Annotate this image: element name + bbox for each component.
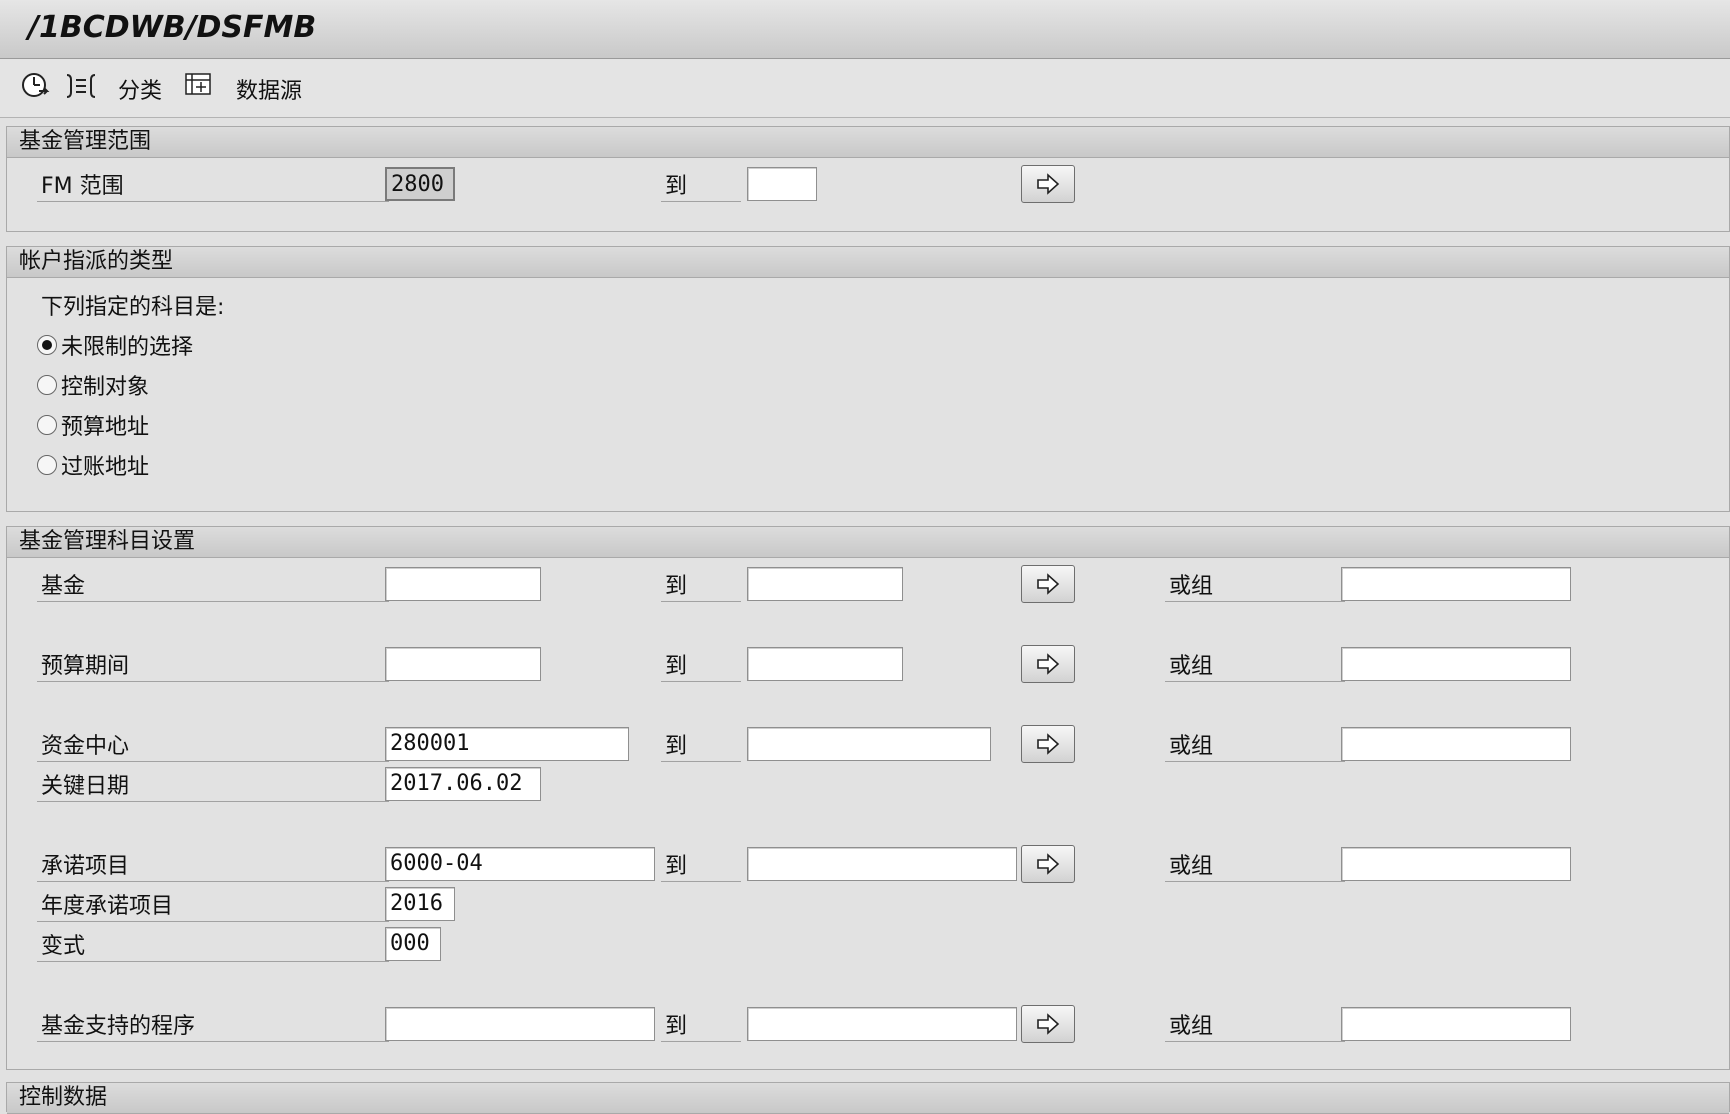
row-funds-center: 资金中心 280001 到 或组 xyxy=(7,725,1729,763)
funded-program-group-input[interactable] xyxy=(1341,1007,1571,1041)
add-table-icon[interactable] xyxy=(184,71,214,99)
commitment-item-to-input[interactable] xyxy=(747,847,1017,881)
group-fm-area-header: 基金管理范围 xyxy=(7,127,1729,158)
budget-period-from-input[interactable] xyxy=(385,647,541,681)
radio-button[interactable] xyxy=(37,375,57,395)
radio-unrestricted[interactable]: 未限制的选择 xyxy=(37,327,193,363)
funds-center-to-input[interactable] xyxy=(747,727,991,761)
account-intro-text: 下列指定的科目是: xyxy=(41,295,225,320)
group-fm-master-data: 基金管理科目设置 基金 到 或组 预算期间 到 或组 资金中心 280001 到… xyxy=(6,526,1730,1070)
title-bar: /1BCDWB/DSFMB xyxy=(0,0,1730,59)
funds-center-group-input[interactable] xyxy=(1341,727,1571,761)
group-account-assignment-header: 帐户指派的类型 xyxy=(7,247,1729,278)
commitment-item-or-group-label: 或组 xyxy=(1165,852,1345,882)
funds-center-multiple-selection-button[interactable] xyxy=(1021,725,1075,763)
group-control-data-header: 控制数据 xyxy=(7,1083,1729,1114)
fm-area-to-input[interactable] xyxy=(747,167,817,201)
group-fm-area: 基金管理范围 FM 范围 2800 到 xyxy=(6,126,1730,232)
radio-control-object[interactable]: 控制对象 xyxy=(37,367,149,403)
funded-program-label: 基金支持的程序 xyxy=(37,1012,389,1042)
budget-period-to-input[interactable] xyxy=(747,647,903,681)
commitment-item-from-input[interactable]: 6000-04 xyxy=(385,847,655,881)
fund-to-input[interactable] xyxy=(747,567,903,601)
fund-from-input[interactable] xyxy=(385,567,541,601)
arrow-right-icon xyxy=(1037,653,1060,675)
fund-group-input[interactable] xyxy=(1341,567,1571,601)
commitment-item-to-label: 到 xyxy=(661,852,741,882)
funds-center-or-group-label: 或组 xyxy=(1165,732,1345,762)
fund-or-group-label: 或组 xyxy=(1165,572,1345,602)
fiscal-year-commitment-item-input[interactable]: 2016 xyxy=(385,887,455,921)
row-key-date: 关键日期 2017.06.02 xyxy=(7,767,1729,803)
clock-execute-icon[interactable] xyxy=(20,71,52,99)
radio-posting-address[interactable]: 过账地址 xyxy=(37,447,149,483)
commitment-item-label: 承诺项目 xyxy=(37,852,389,882)
group-control-data: 控制数据 xyxy=(6,1082,1730,1114)
toolbar-data-source-button[interactable]: 数据源 xyxy=(236,73,302,105)
radio-button[interactable] xyxy=(37,455,57,475)
fm-area-to-label: 到 xyxy=(661,172,741,202)
row-fund: 基金 到 或组 xyxy=(7,565,1729,603)
row-variant: 变式 000 xyxy=(7,927,1729,963)
fm-area-from-input[interactable]: 2800 xyxy=(385,167,455,201)
fund-to-label: 到 xyxy=(661,572,741,602)
expand-selection-icon[interactable] xyxy=(64,71,98,99)
radio-label: 未限制的选择 xyxy=(61,335,194,360)
fund-label: 基金 xyxy=(37,572,389,602)
budget-period-to-label: 到 xyxy=(661,652,741,682)
funds-center-from-input[interactable]: 280001 xyxy=(385,727,629,761)
funded-program-or-group-label: 或组 xyxy=(1165,1012,1345,1042)
window-title: /1BCDWB/DSFMB xyxy=(28,10,317,45)
key-date-input[interactable]: 2017.06.02 xyxy=(385,767,541,801)
key-date-label: 关键日期 xyxy=(37,772,389,802)
fm-area-label: FM 范围 xyxy=(37,172,389,202)
fm-area-multiple-selection-button[interactable] xyxy=(1021,165,1075,203)
funded-program-to-label: 到 xyxy=(661,1012,741,1042)
arrow-right-icon xyxy=(1037,173,1060,195)
arrow-right-icon xyxy=(1037,1013,1060,1035)
commitment-item-group-input[interactable] xyxy=(1341,847,1571,881)
funded-program-multiple-selection-button[interactable] xyxy=(1021,1005,1075,1043)
row-fiscal-year-commitment-item: 年度承诺项目 2016 xyxy=(7,887,1729,923)
radio-button[interactable] xyxy=(37,415,57,435)
funded-program-from-input[interactable] xyxy=(385,1007,655,1041)
arrow-right-icon xyxy=(1037,573,1060,595)
group-account-assignment: 帐户指派的类型 下列指定的科目是: 未限制的选择 控制对象 预算地址 过账地址 xyxy=(6,246,1730,512)
variant-label: 变式 xyxy=(37,932,389,962)
fund-multiple-selection-button[interactable] xyxy=(1021,565,1075,603)
row-fm-area: FM 范围 2800 到 xyxy=(7,165,1729,203)
budget-period-label: 预算期间 xyxy=(37,652,389,682)
row-funded-program: 基金支持的程序 到 或组 xyxy=(7,1005,1729,1043)
budget-period-or-group-label: 或组 xyxy=(1165,652,1345,682)
arrow-right-icon xyxy=(1037,853,1060,875)
application-toolbar: 分类 数据源 xyxy=(0,59,1730,118)
funds-center-label: 资金中心 xyxy=(37,732,389,762)
radio-budget-address[interactable]: 预算地址 xyxy=(37,407,149,443)
budget-period-group-input[interactable] xyxy=(1341,647,1571,681)
row-commitment-item: 承诺项目 6000-04 到 或组 xyxy=(7,845,1729,883)
funds-center-to-label: 到 xyxy=(661,732,741,762)
radio-label: 过账地址 xyxy=(61,455,150,480)
radio-button-selected[interactable] xyxy=(37,335,57,355)
fiscal-year-commitment-item-label: 年度承诺项目 xyxy=(37,892,389,922)
toolbar-categories-button[interactable]: 分类 xyxy=(118,73,162,105)
radio-label: 预算地址 xyxy=(61,415,150,440)
budget-period-multiple-selection-button[interactable] xyxy=(1021,645,1075,683)
arrow-right-icon xyxy=(1037,733,1060,755)
commitment-item-multiple-selection-button[interactable] xyxy=(1021,845,1075,883)
group-fm-master-data-header: 基金管理科目设置 xyxy=(7,527,1729,558)
funded-program-to-input[interactable] xyxy=(747,1007,1017,1041)
radio-label: 控制对象 xyxy=(61,375,150,400)
row-budget-period: 预算期间 到 或组 xyxy=(7,645,1729,683)
variant-input[interactable]: 000 xyxy=(385,927,441,961)
